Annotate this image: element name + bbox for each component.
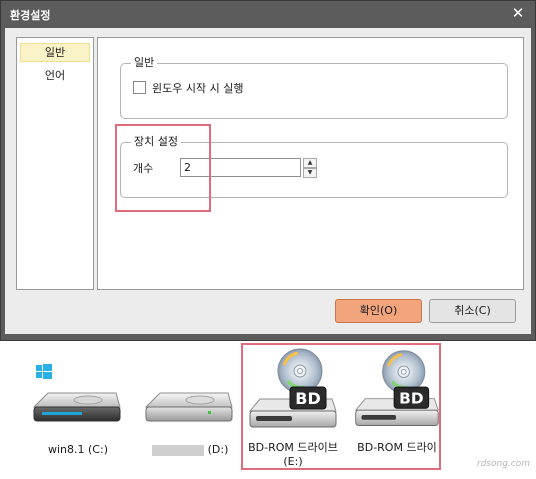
dialog-client-area: 일반 언어 일반 윈도우 시작 시 실행 장치 설정 개수 ▲ ▼ 확인(O) … — [5, 28, 531, 334]
startup-checkbox-label[interactable]: 윈도우 시작 시 실행 — [152, 80, 243, 96]
drive-bd-2[interactable]: BD BD-ROM 드라이 — [350, 347, 444, 471]
drive-e-label: BD-ROM 드라이브 (E:) — [248, 441, 338, 468]
blurred-name — [151, 444, 204, 456]
cancel-button[interactable]: 취소(C) — [429, 299, 516, 323]
startup-checkbox[interactable] — [133, 81, 146, 94]
title-bar[interactable]: 환경설정 ✕ — [1, 1, 535, 28]
device-settings-group: 장치 설정 개수 ▲ ▼ — [120, 135, 508, 198]
count-label: 개수 — [133, 162, 154, 175]
drive-d-label: (D:) — [140, 443, 240, 457]
close-icon[interactable]: ✕ — [510, 4, 526, 22]
drive-c[interactable]: win8.1 (C:) — [28, 363, 128, 463]
drive-e[interactable]: BD BD-ROM 드라이브 (E:) — [244, 347, 342, 471]
spin-down-icon[interactable]: ▼ — [303, 168, 317, 178]
count-input[interactable] — [180, 158, 301, 177]
general-group-label: 일반 — [131, 56, 158, 70]
dialog-title: 환경설정 — [10, 9, 51, 22]
hard-drive-icon — [144, 392, 233, 422]
bd-rom-drive-icon: BD — [354, 350, 439, 427]
windows-drive-icon — [32, 364, 121, 422]
settings-panel: 일반 윈도우 시작 시 실행 장치 설정 개수 ▲ ▼ — [97, 37, 524, 290]
nav-item-language[interactable]: 언어 — [20, 66, 90, 85]
ok-button[interactable]: 확인(O) — [335, 299, 422, 323]
settings-dialog: 환경설정 ✕ 일반 언어 일반 윈도우 시작 시 실행 장치 설정 개수 ▲ ▼… — [0, 0, 536, 341]
nav-item-general[interactable]: 일반 — [20, 43, 90, 62]
drive-d-letter: (D:) — [207, 443, 229, 456]
svg-text:BD: BD — [295, 389, 320, 408]
device-group-label: 장치 설정 — [131, 135, 181, 149]
spin-up-icon[interactable]: ▲ — [303, 158, 317, 168]
bd-rom-drive-icon: BD — [248, 348, 337, 428]
drive-bd-2-label: BD-ROM 드라이 — [357, 441, 437, 454]
drive-c-label: win8.1 (C:) — [48, 443, 108, 456]
drive-d[interactable]: (D:) — [140, 363, 240, 463]
svg-text:BD: BD — [399, 389, 423, 407]
drive-list: win8.1 (C:) (D:) BD BD-ROM 드라이브 (E:) BD … — [0, 341, 536, 479]
watermark: rdsong.com — [476, 459, 530, 469]
general-group: 일반 윈도우 시작 시 실행 — [120, 56, 508, 119]
category-list: 일반 언어 — [16, 37, 94, 290]
